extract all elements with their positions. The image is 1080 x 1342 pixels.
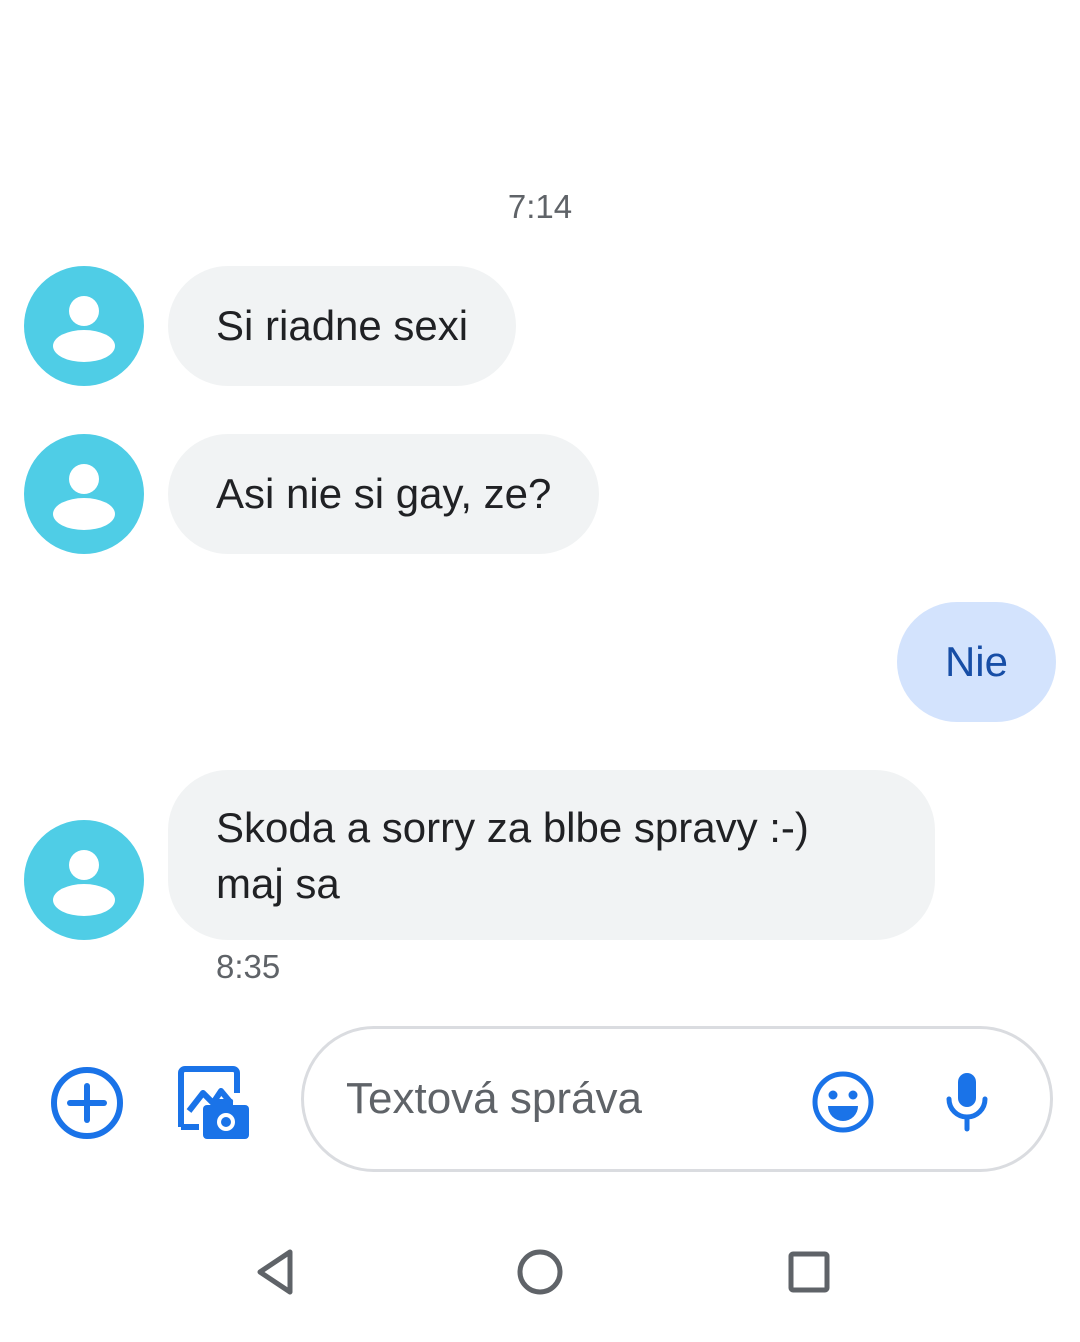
message-input-container bbox=[301, 1026, 1053, 1172]
compose-bar bbox=[0, 1024, 1080, 1178]
contact-avatar[interactable] bbox=[24, 820, 144, 940]
contact-avatar[interactable] bbox=[24, 266, 144, 386]
message-input[interactable] bbox=[346, 1069, 786, 1129]
recents-square-icon bbox=[788, 1251, 830, 1293]
message-bubble-outgoing[interactable]: Nie bbox=[896, 602, 1056, 722]
date-separator: 7:14 bbox=[507, 188, 573, 225]
person-icon bbox=[53, 850, 115, 916]
gallery-camera-button[interactable] bbox=[172, 1062, 254, 1144]
photo-camera-icon bbox=[178, 1066, 249, 1139]
message-text: Asi nie si gay, ze? bbox=[216, 470, 552, 517]
microphone-icon bbox=[946, 1073, 988, 1132]
add-circle-icon bbox=[51, 1067, 123, 1139]
voice-input-button[interactable] bbox=[932, 1065, 1002, 1139]
emoji-button[interactable] bbox=[808, 1067, 878, 1137]
message-timestamp: 8:35 bbox=[216, 948, 281, 985]
message-bubble-incoming[interactable]: Skoda a sorry za blbe spravy :-) maj sa bbox=[168, 770, 935, 940]
contact-avatar[interactable] bbox=[24, 434, 144, 554]
message-bubble-incoming[interactable]: Asi nie si gay, ze? bbox=[168, 434, 600, 554]
recents-button[interactable] bbox=[774, 1232, 844, 1312]
home-button[interactable] bbox=[505, 1232, 575, 1312]
add-attachment-button[interactable] bbox=[46, 1062, 128, 1144]
system-navigation-bar bbox=[0, 1212, 1080, 1332]
message-text: Si riadne sexi bbox=[216, 302, 469, 349]
person-icon bbox=[53, 464, 115, 530]
back-button[interactable] bbox=[240, 1232, 310, 1312]
back-triangle-icon bbox=[257, 1249, 293, 1295]
home-circle-icon bbox=[517, 1249, 563, 1295]
emoji-icon bbox=[812, 1071, 874, 1133]
message-bubble-incoming[interactable]: Si riadne sexi bbox=[168, 266, 517, 386]
person-icon bbox=[53, 296, 115, 362]
message-text: Skoda a sorry za blbe spravy :-) maj sa bbox=[216, 804, 809, 907]
message-text: Nie bbox=[944, 638, 1008, 685]
